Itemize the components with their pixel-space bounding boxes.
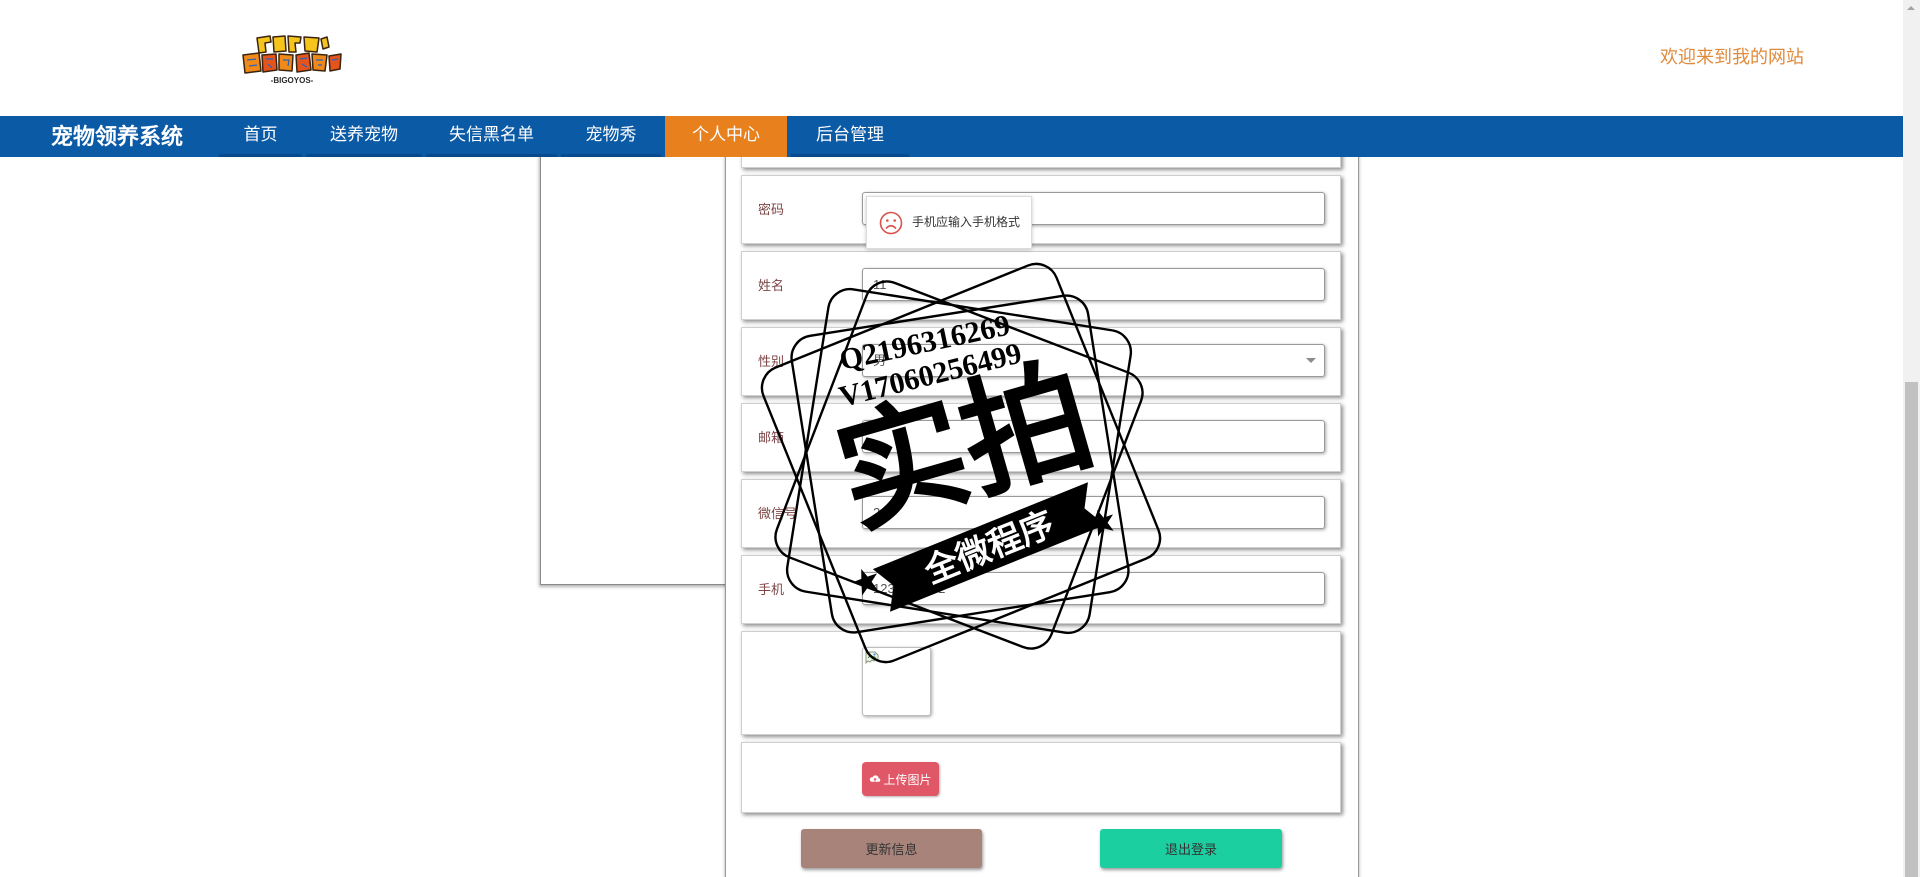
brand-title[interactable]: 宠物领养系统	[51, 116, 183, 157]
validation-tooltip: 手机应输入手机格式	[866, 196, 1032, 249]
nav-item-rehome-pet[interactable]: 送养宠物	[306, 116, 422, 157]
left-panel	[540, 157, 730, 585]
main-content: 密码 姓名 性别 男 邮箱 微信号	[0, 157, 1903, 877]
form-row	[741, 157, 1341, 168]
form-row-name: 姓名	[741, 251, 1341, 320]
vertical-scrollbar[interactable]	[1903, 0, 1920, 877]
nav-item-pet-show[interactable]: 宠物秀	[561, 116, 661, 157]
logo[interactable]: -BIGOYOS-	[239, 33, 345, 86]
avatar-preview	[862, 647, 931, 716]
cloud-upload-icon	[870, 775, 881, 782]
email-label: 邮箱	[758, 430, 785, 445]
phone-label: 手机	[758, 582, 785, 597]
gender-select-value: 男	[873, 353, 887, 368]
broken-image-icon	[865, 651, 879, 665]
chevron-down-icon	[1306, 358, 1316, 363]
nav-item-admin[interactable]: 后台管理	[791, 116, 909, 157]
nav-item-blacklist[interactable]: 失信黑名单	[426, 116, 557, 157]
form-row-wechat: 微信号	[741, 479, 1341, 548]
profile-form: 密码 姓名 性别 男 邮箱 微信号	[741, 157, 1341, 820]
form-row-upload: 上传图片	[741, 742, 1341, 813]
page: -BIGOYOS- 欢迎来到我的网站 宠物领养系统 首页 送养宠物 失信黑名单 …	[0, 0, 1920, 877]
form-row-password: 密码	[741, 175, 1341, 244]
site-header: -BIGOYOS- 欢迎来到我的网站	[0, 0, 1903, 116]
svg-text:-BIGOYOS-: -BIGOYOS-	[271, 76, 314, 85]
email-field[interactable]	[862, 420, 1325, 453]
nav-item-personal-center[interactable]: 个人中心	[665, 116, 787, 157]
form-row-email: 邮箱	[741, 403, 1341, 472]
gender-label: 性别	[758, 354, 785, 369]
gender-select[interactable]: 男	[862, 344, 1325, 377]
form-row-gender: 性别 男	[741, 327, 1341, 396]
nav-item-home[interactable]: 首页	[219, 116, 302, 157]
password-label: 密码	[758, 202, 785, 217]
validation-message: 手机应输入手机格式	[912, 215, 1021, 229]
phone-field[interactable]	[862, 572, 1325, 605]
form-row-phone: 手机	[741, 555, 1341, 624]
upload-image-button[interactable]: 上传图片	[862, 762, 939, 796]
wechat-label: 微信号	[758, 506, 798, 521]
nav-menu: 首页 送养宠物 失信黑名单 宠物秀 个人中心 后台管理	[219, 116, 909, 157]
name-label: 姓名	[758, 278, 785, 293]
scroll-up-arrow-icon[interactable]	[1907, 6, 1915, 10]
form-row-avatar	[741, 631, 1341, 735]
logout-button[interactable]: 退出登录	[1100, 829, 1282, 868]
name-field[interactable]	[862, 268, 1325, 301]
nav-bar: 宠物领养系统 首页 送养宠物 失信黑名单 宠物秀 个人中心 后台管理	[0, 116, 1903, 157]
wechat-field[interactable]	[862, 496, 1325, 529]
scrollbar-thumb[interactable]	[1905, 382, 1918, 877]
welcome-text: 欢迎来到我的网站	[1660, 47, 1804, 67]
update-info-button[interactable]: 更新信息	[801, 829, 982, 868]
sad-face-icon	[879, 211, 903, 235]
upload-image-label: 上传图片	[883, 772, 932, 787]
